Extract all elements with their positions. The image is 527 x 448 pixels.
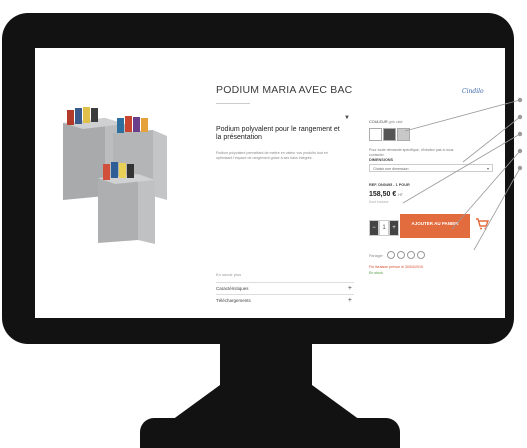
callout-lines (402, 97, 523, 251)
